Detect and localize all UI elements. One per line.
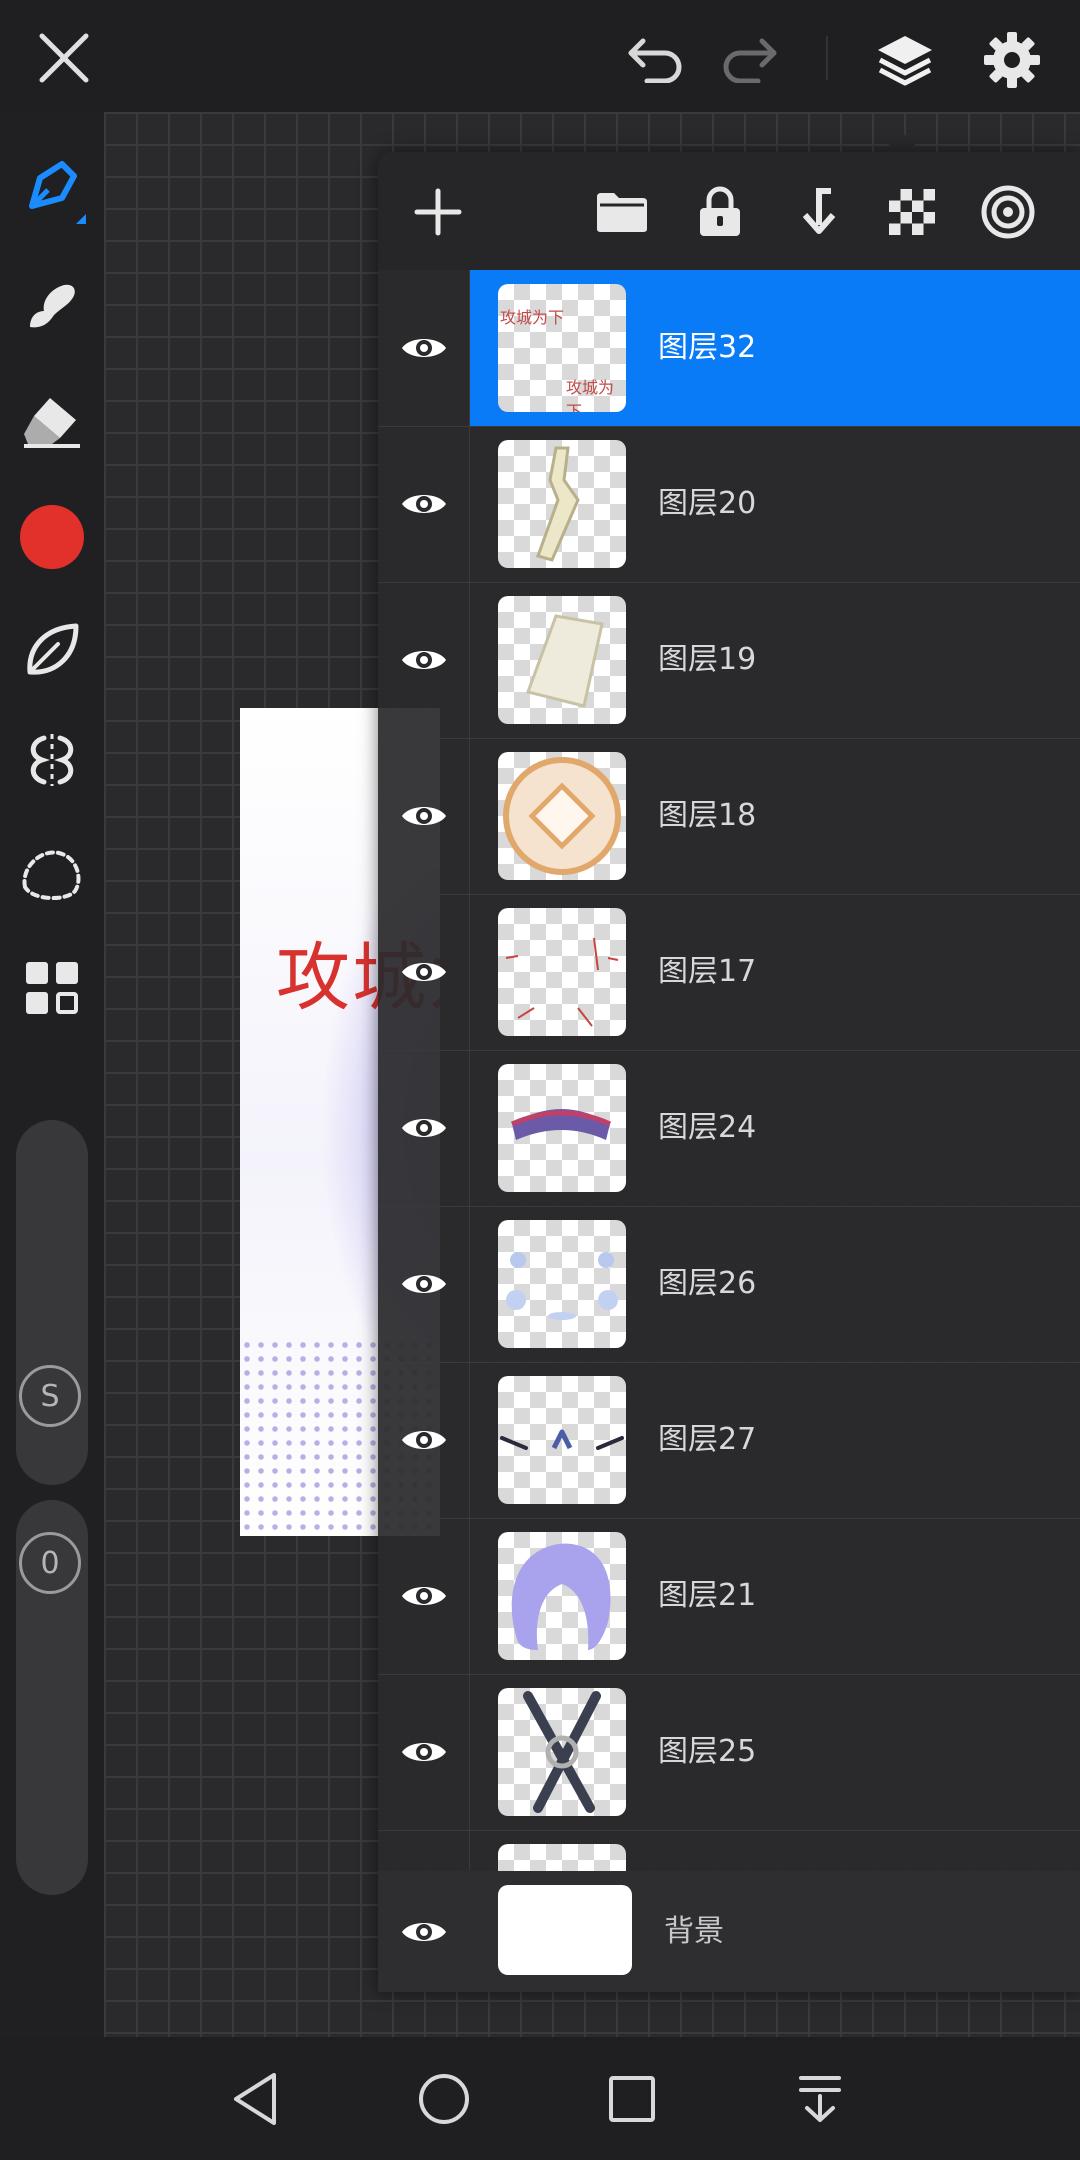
lock-icon[interactable] bbox=[680, 172, 760, 252]
visibility-eye-icon[interactable] bbox=[378, 738, 470, 894]
redo-icon[interactable] bbox=[710, 22, 790, 94]
thumbnail-text-bottom: 攻城为下 bbox=[566, 378, 615, 412]
brush-size-badge[interactable]: S bbox=[19, 1365, 81, 1427]
undo-icon[interactable] bbox=[615, 22, 695, 94]
layer-row[interactable]: 图层25 bbox=[378, 1674, 1080, 1831]
layer-row[interactable]: 图层17 bbox=[378, 894, 1080, 1051]
layer-row[interactable]: 图层24 bbox=[378, 1050, 1080, 1207]
layer-name: 图层26 bbox=[658, 1266, 757, 1301]
layers-toolbar bbox=[378, 152, 1080, 270]
leaf-icon bbox=[22, 620, 82, 684]
layer-thumbnail bbox=[498, 1220, 626, 1348]
layers-icon[interactable] bbox=[860, 18, 950, 102]
layer-row[interactable] bbox=[378, 1830, 1080, 1884]
layer-thumbnail bbox=[498, 1688, 626, 1816]
brush-smudge-icon bbox=[22, 275, 82, 339]
layer-row[interactable]: 图层26 bbox=[378, 1206, 1080, 1363]
eraser-icon bbox=[20, 390, 84, 454]
layers-panel: 攻城为下 攻城为下 图层32 图层20 图层19 图层18 图层17 图层24 … bbox=[378, 152, 1080, 1992]
visibility-eye-icon[interactable] bbox=[378, 1050, 470, 1206]
layer-thumbnail bbox=[498, 908, 626, 1036]
color-picker[interactable] bbox=[12, 497, 92, 577]
layer-row[interactable]: 图层20 bbox=[378, 426, 1080, 583]
background-thumbnail bbox=[498, 1885, 632, 1975]
layer-row[interactable]: 图层27 bbox=[378, 1362, 1080, 1519]
layer-name: 图层17 bbox=[658, 954, 757, 989]
layout-tool[interactable] bbox=[12, 950, 92, 1030]
layer-name: 图层27 bbox=[658, 1422, 757, 1457]
visibility-eye-icon[interactable] bbox=[378, 1518, 470, 1674]
background-layer-row[interactable]: 背景 bbox=[378, 1871, 1080, 1992]
top-toolbar bbox=[0, 0, 1080, 112]
visibility-eye-icon[interactable] bbox=[378, 1871, 469, 1992]
layer-row[interactable]: 攻城为下 攻城为下 图层32 bbox=[378, 270, 1080, 427]
home-icon[interactable] bbox=[408, 2063, 480, 2135]
brush-size-slider[interactable] bbox=[16, 1120, 88, 1485]
toolbar-divider bbox=[826, 36, 828, 80]
system-nav-bar bbox=[0, 2037, 1080, 2160]
layer-name: 图层18 bbox=[658, 798, 757, 833]
visibility-eye-icon[interactable] bbox=[378, 1362, 470, 1518]
clipping-icon[interactable] bbox=[968, 172, 1048, 252]
pen-tool[interactable] bbox=[12, 150, 92, 230]
recents-icon[interactable] bbox=[596, 2063, 668, 2135]
notification-icon[interactable] bbox=[784, 2063, 856, 2135]
opacity-label: 0 bbox=[40, 1545, 60, 1581]
folder-icon[interactable] bbox=[582, 172, 662, 252]
thumbnail-text-top: 攻城为下 bbox=[500, 308, 565, 327]
left-toolbar: S 0 bbox=[0, 112, 104, 2037]
layer-row-partial-divider bbox=[378, 1830, 470, 1870]
visibility-eye-icon[interactable] bbox=[378, 1674, 470, 1830]
opacity-badge[interactable]: 0 bbox=[19, 1532, 81, 1594]
symmetry-icon bbox=[22, 730, 82, 794]
visibility-eye-icon[interactable] bbox=[378, 1206, 470, 1362]
layer-thumbnail bbox=[498, 1376, 626, 1504]
merge-down-icon[interactable] bbox=[776, 172, 856, 252]
layer-name: 图层20 bbox=[658, 486, 757, 521]
layer-name: 图层25 bbox=[658, 1734, 757, 1769]
background-layer-name: 背景 bbox=[664, 1914, 724, 1949]
visibility-eye-icon[interactable] bbox=[378, 270, 470, 426]
current-color-swatch bbox=[20, 505, 84, 569]
add-layer-icon[interactable] bbox=[398, 172, 478, 252]
layer-thumbnail bbox=[498, 596, 626, 724]
settings-icon[interactable] bbox=[970, 18, 1054, 102]
eraser-tool[interactable] bbox=[12, 382, 92, 462]
brush-size-label: S bbox=[40, 1378, 60, 1414]
pen-icon bbox=[22, 158, 82, 222]
visibility-eye-icon[interactable] bbox=[378, 582, 470, 738]
layer-row[interactable]: 图层19 bbox=[378, 582, 1080, 739]
lasso-icon bbox=[19, 843, 85, 907]
liquify-tool[interactable] bbox=[12, 612, 92, 692]
layer-thumbnail: 攻城为下 攻城为下 bbox=[498, 284, 626, 412]
layer-list: 攻城为下 攻城为下 图层32 图层20 图层19 图层18 图层17 图层24 … bbox=[378, 270, 1080, 1884]
lasso-tool[interactable] bbox=[12, 835, 92, 915]
visibility-eye-icon[interactable] bbox=[378, 426, 470, 582]
smudge-tool[interactable] bbox=[12, 267, 92, 347]
layer-name: 图层32 bbox=[658, 330, 757, 365]
layer-row[interactable]: 图层18 bbox=[378, 738, 1080, 895]
grid-icon bbox=[22, 958, 82, 1022]
back-icon[interactable] bbox=[220, 2063, 292, 2135]
layer-thumbnail bbox=[498, 440, 626, 568]
layer-row[interactable]: 图层21 bbox=[378, 1518, 1080, 1675]
tool-options-corner bbox=[76, 214, 86, 224]
panel-pointer bbox=[880, 132, 924, 154]
layer-thumbnail bbox=[498, 752, 626, 880]
layer-name: 图层24 bbox=[658, 1110, 757, 1145]
close-icon[interactable] bbox=[24, 22, 104, 94]
layer-thumbnail bbox=[498, 1532, 626, 1660]
symmetry-tool[interactable] bbox=[12, 722, 92, 802]
layer-thumbnail bbox=[498, 1064, 626, 1192]
visibility-eye-icon[interactable] bbox=[378, 894, 470, 1050]
layer-name: 图层21 bbox=[658, 1578, 757, 1613]
layer-name: 图层19 bbox=[658, 642, 757, 677]
alpha-lock-icon[interactable] bbox=[872, 172, 952, 252]
